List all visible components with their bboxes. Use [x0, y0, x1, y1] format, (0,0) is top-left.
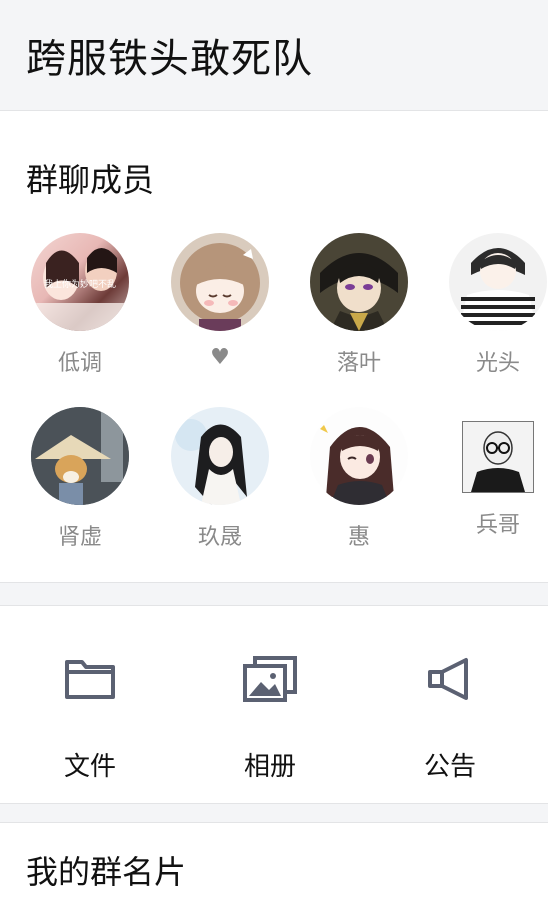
member-item[interactable]: 肾虚 [10, 407, 150, 551]
my-group-card-title: 我的群名片 [26, 853, 187, 891]
member-item[interactable]: 我上你为妙吧不乱 低调 [10, 233, 150, 377]
member-name: ♥ [210, 345, 230, 370]
files-label: 文件 [63, 752, 116, 782]
member-item[interactable]: ♥ [150, 233, 290, 370]
member-item[interactable]: 兵哥 [428, 407, 548, 539]
announcement-button[interactable]: 公告 [360, 606, 540, 803]
megaphone-icon [426, 656, 474, 706]
member-item[interactable]: 落叶 [289, 233, 429, 377]
anime-boy-avatar [310, 233, 408, 331]
member-name: 惠 [347, 525, 370, 550]
photo-album-label: 相册 [243, 752, 296, 782]
wink-girl-avatar [310, 407, 408, 505]
member-name: 玖晟 [197, 525, 242, 550]
files-button[interactable]: 文件 [0, 606, 180, 803]
anime-girl-avatar [171, 233, 269, 331]
old-man-sketch-avatar [462, 421, 534, 493]
member-item[interactable]: 玖晟 [150, 407, 290, 551]
member-name: 低调 [57, 351, 102, 376]
member-name: 兵哥 [475, 513, 520, 538]
member-item[interactable]: 惠 [289, 407, 429, 551]
striped-boy-avatar [449, 233, 547, 331]
dog-hat-avatar [31, 407, 129, 505]
member-name: 肾虚 [57, 525, 102, 550]
photo-album-icon [243, 656, 297, 706]
photo-album-button[interactable]: 相册 [180, 606, 360, 803]
member-name: 落叶 [336, 351, 381, 376]
member-item[interactable]: 光头 [428, 233, 548, 377]
announcement-label: 公告 [423, 752, 476, 782]
my-group-card-row[interactable]: 我的群名片 [0, 822, 548, 902]
folder-icon [64, 656, 116, 704]
members-section-title: 群聊成员 [26, 161, 155, 199]
member-name: 光头 [475, 351, 520, 376]
header: 跨服铁头敢死队 [0, 0, 548, 111]
ink-art-avatar [171, 407, 269, 505]
page-title: 跨服铁头敢死队 [26, 36, 313, 82]
avatar-overlay-text: 我上你为妙吧不乱 [43, 280, 116, 290]
couple-photo-avatar: 我上你为妙吧不乱 [31, 233, 129, 331]
tools-section: 文件 相册 公告 [0, 605, 548, 804]
members-section: 群聊成员 我上你为妙吧不乱 低调 ♥ 落叶 光头 肾虚 玖晟 惠 兵哥 [0, 111, 548, 583]
